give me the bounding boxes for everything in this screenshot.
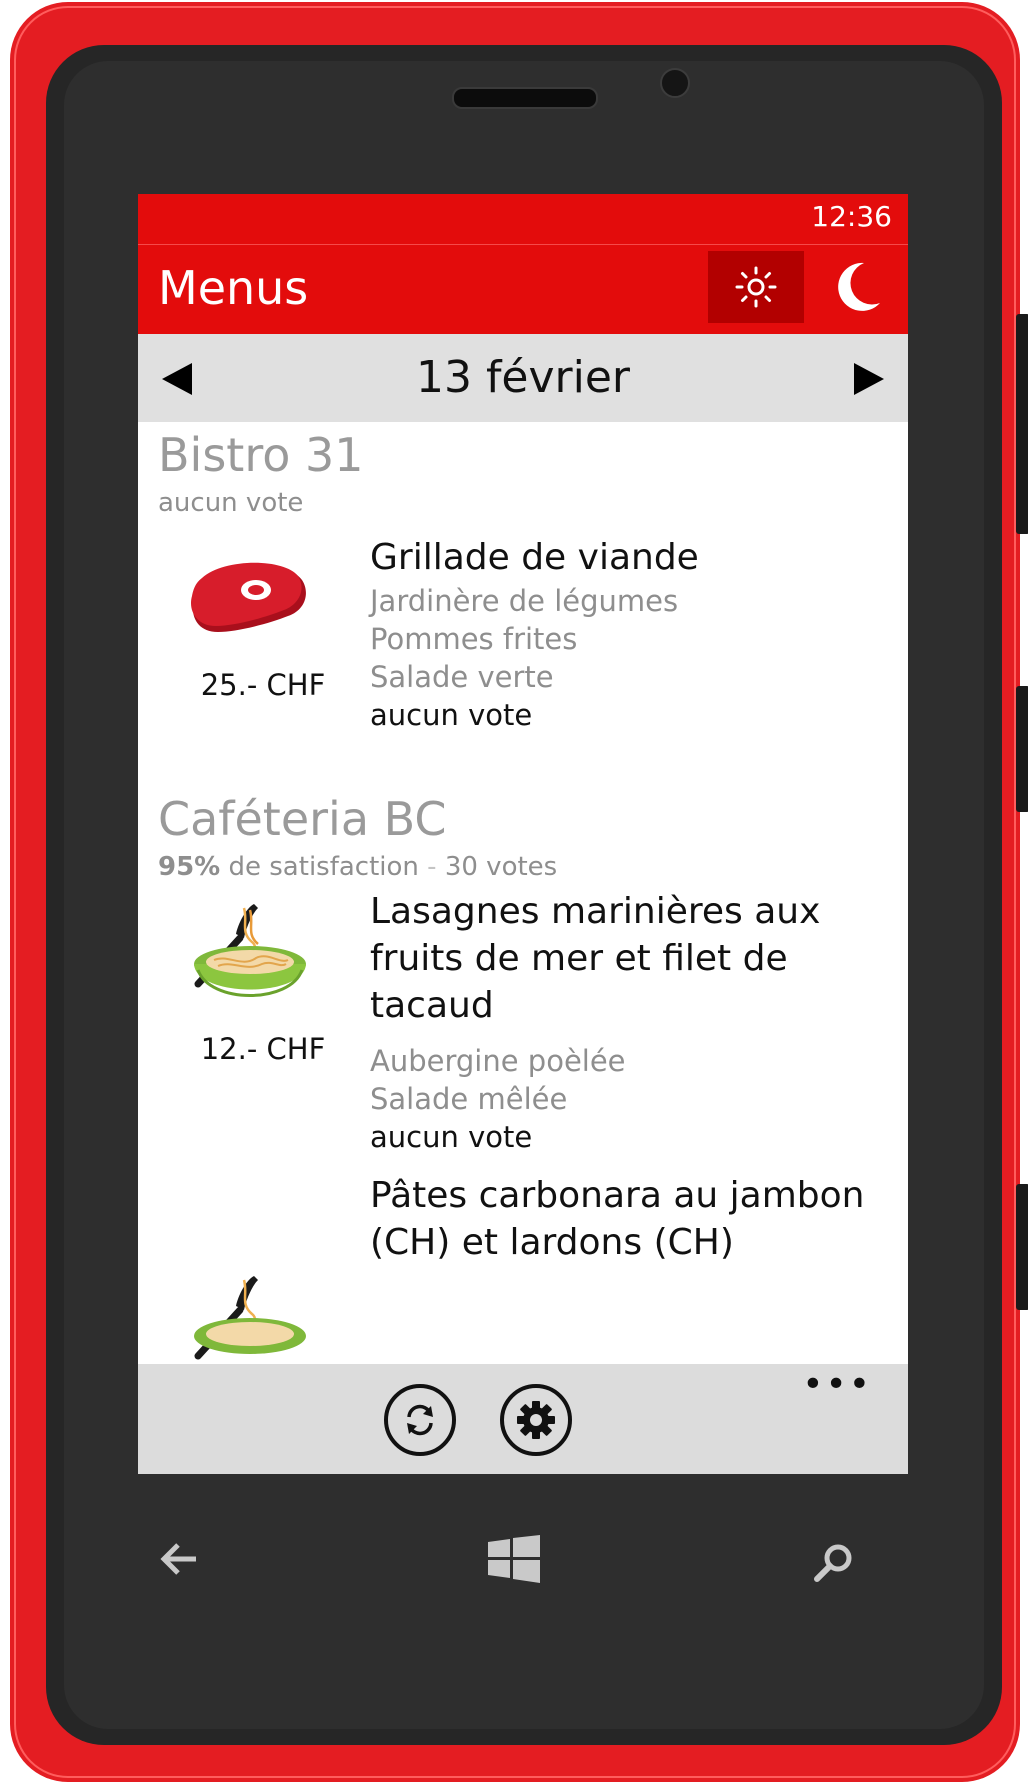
- dish-votes: aucun vote: [370, 698, 533, 732]
- phone-screen: 12:36 Menus 13 février Bistro 31 aucun v…: [138, 194, 908, 1474]
- front-camera: [660, 68, 690, 98]
- votes-count: 30 votes: [444, 852, 558, 882]
- page-title: Menus: [158, 261, 309, 315]
- search-icon: [814, 1544, 852, 1582]
- dish-side-item: Jardinère de légumes: [370, 584, 679, 618]
- date-navigator: 13 février: [138, 334, 908, 422]
- app-bar: Menus: [138, 244, 908, 335]
- phone-body: 12:36 Menus 13 février Bistro 31 aucun v…: [10, 2, 1028, 1782]
- dish-title[interactable]: Grillade de viande: [370, 530, 890, 585]
- satisfaction-percent: 95%: [158, 852, 221, 882]
- dish-title-line[interactable]: tacaud: [370, 978, 890, 1033]
- gear-icon: [517, 1401, 555, 1439]
- restaurant-name[interactable]: Bistro 31: [158, 428, 364, 482]
- dish-side-item: Aubergine poèlée: [370, 1044, 626, 1078]
- day-mode-button[interactable]: [708, 251, 804, 323]
- moon-icon: [838, 262, 880, 311]
- settings-button[interactable]: [500, 1384, 572, 1456]
- refresh-icon: [407, 1404, 433, 1436]
- restaurant-rating: 95% de satisfaction - 30 votes: [158, 852, 557, 882]
- dish-side-item: Salade mêlée: [370, 1082, 568, 1116]
- more-options-button[interactable]: •••: [802, 1364, 872, 1405]
- menu-list[interactable]: Bistro 31 aucun vote 25.- CHF Grillade d…: [138, 422, 908, 1364]
- dish-title-cut[interactable]: (CH) et lardons (CH): [370, 1215, 890, 1270]
- sun-icon: [735, 266, 777, 308]
- rating-separator: -: [427, 852, 437, 882]
- volume-button: [1016, 314, 1028, 534]
- refresh-button[interactable]: [384, 1384, 456, 1456]
- earpiece-speaker: [452, 87, 598, 109]
- windows-logo-icon: [488, 1535, 540, 1583]
- night-mode-button[interactable]: [818, 251, 898, 323]
- steak-icon: [188, 558, 312, 646]
- application-bar: •••: [138, 1364, 908, 1474]
- restaurant-rating: aucun vote: [158, 488, 304, 518]
- back-button[interactable]: [158, 1542, 198, 1580]
- dish-price: 25.- CHF: [200, 668, 326, 702]
- start-button[interactable]: [488, 1535, 540, 1587]
- status-bar: 12:36: [138, 194, 908, 244]
- power-button: [1016, 686, 1028, 812]
- triangle-right-icon: [854, 363, 884, 395]
- current-date: 13 février: [415, 352, 631, 403]
- dish-side-item: Salade verte: [370, 660, 554, 694]
- next-day-button[interactable]: [852, 362, 886, 400]
- dish-side-item: Pommes frites: [370, 622, 578, 656]
- back-arrow-icon: [160, 1543, 196, 1575]
- dish-votes: aucun vote: [370, 1120, 533, 1154]
- search-button[interactable]: [812, 1542, 856, 1586]
- dish-price: 12.- CHF: [200, 1032, 326, 1066]
- restaurant-name[interactable]: Caféteria BC: [158, 792, 447, 846]
- satisfaction-label: de satisfaction: [228, 852, 419, 882]
- camera-button: [1016, 1184, 1028, 1310]
- pasta-bowl-icon: [188, 1270, 312, 1364]
- pasta-bowl-icon: [188, 898, 312, 1018]
- status-time: 12:36: [811, 200, 892, 233]
